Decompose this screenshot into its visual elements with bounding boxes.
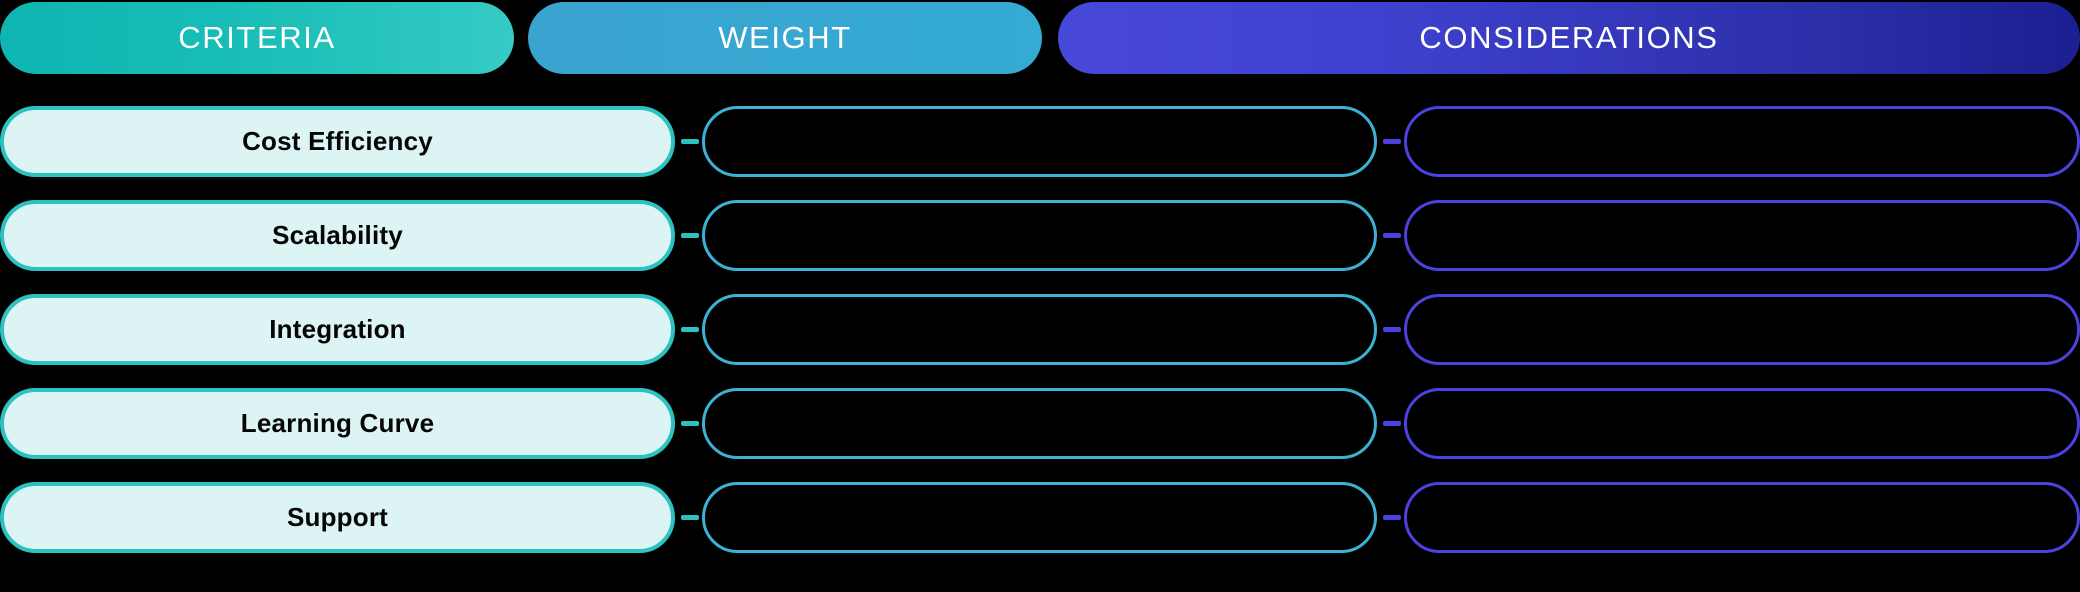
criteria-cell[interactable]: Integration bbox=[0, 294, 675, 365]
criteria-cell-label: Learning Curve bbox=[240, 408, 435, 438]
table-row: Cost Efficiency bbox=[0, 106, 2080, 177]
connector-dash-weight-considerations bbox=[1383, 421, 1401, 426]
table-row: Support bbox=[0, 482, 2080, 553]
connector-dash-criteria-weight bbox=[681, 421, 699, 426]
criteria-cell-label: Cost Efficiency bbox=[242, 126, 433, 156]
considerations-cell[interactable] bbox=[1404, 294, 2080, 365]
table-row: Integration bbox=[0, 294, 2080, 365]
criteria-cell[interactable]: Learning Curve bbox=[0, 388, 675, 459]
column-header-weight[interactable]: WEIGHT bbox=[528, 2, 1042, 74]
column-header-considerations[interactable]: CONSIDERATIONS bbox=[1058, 2, 2080, 74]
criteria-cell-label: Integration bbox=[269, 314, 406, 344]
table-row: Learning Curve bbox=[0, 388, 2080, 459]
considerations-cell[interactable] bbox=[1404, 200, 2080, 271]
considerations-cell[interactable] bbox=[1404, 388, 2080, 459]
column-header-weight-label: WEIGHT bbox=[718, 20, 852, 55]
weight-cell[interactable] bbox=[702, 106, 1377, 177]
connector-dash-criteria-weight bbox=[681, 233, 699, 238]
column-header-criteria-label: CRITERIA bbox=[178, 20, 336, 55]
considerations-cell[interactable] bbox=[1404, 482, 2080, 553]
matrix-rows: Cost Efficiency Scalability Integration … bbox=[0, 106, 2080, 576]
column-header-criteria[interactable]: CRITERIA bbox=[0, 2, 514, 74]
connector-dash-weight-considerations bbox=[1383, 139, 1401, 144]
comparison-matrix: CRITERIA WEIGHT CONSIDERATIONS Cost Effi… bbox=[0, 0, 2080, 592]
connector-dash-weight-considerations bbox=[1383, 515, 1401, 520]
criteria-cell[interactable]: Cost Efficiency bbox=[0, 106, 675, 177]
weight-cell[interactable] bbox=[702, 388, 1377, 459]
criteria-cell-label: Support bbox=[286, 502, 389, 532]
connector-dash-weight-considerations bbox=[1383, 327, 1401, 332]
table-row: Scalability bbox=[0, 200, 2080, 271]
criteria-cell-label: Scalability bbox=[272, 220, 403, 250]
criteria-cell[interactable]: Support bbox=[0, 482, 675, 553]
criteria-cell[interactable]: Scalability bbox=[0, 200, 675, 271]
weight-cell[interactable] bbox=[702, 482, 1377, 553]
connector-dash-criteria-weight bbox=[681, 515, 699, 520]
weight-cell[interactable] bbox=[702, 294, 1377, 365]
header-row: CRITERIA WEIGHT CONSIDERATIONS bbox=[0, 2, 2080, 74]
column-header-considerations-label: CONSIDERATIONS bbox=[1419, 20, 1719, 55]
connector-dash-weight-considerations bbox=[1383, 233, 1401, 238]
connector-dash-criteria-weight bbox=[681, 327, 699, 332]
considerations-cell[interactable] bbox=[1404, 106, 2080, 177]
connector-dash-criteria-weight bbox=[681, 139, 699, 144]
weight-cell[interactable] bbox=[702, 200, 1377, 271]
